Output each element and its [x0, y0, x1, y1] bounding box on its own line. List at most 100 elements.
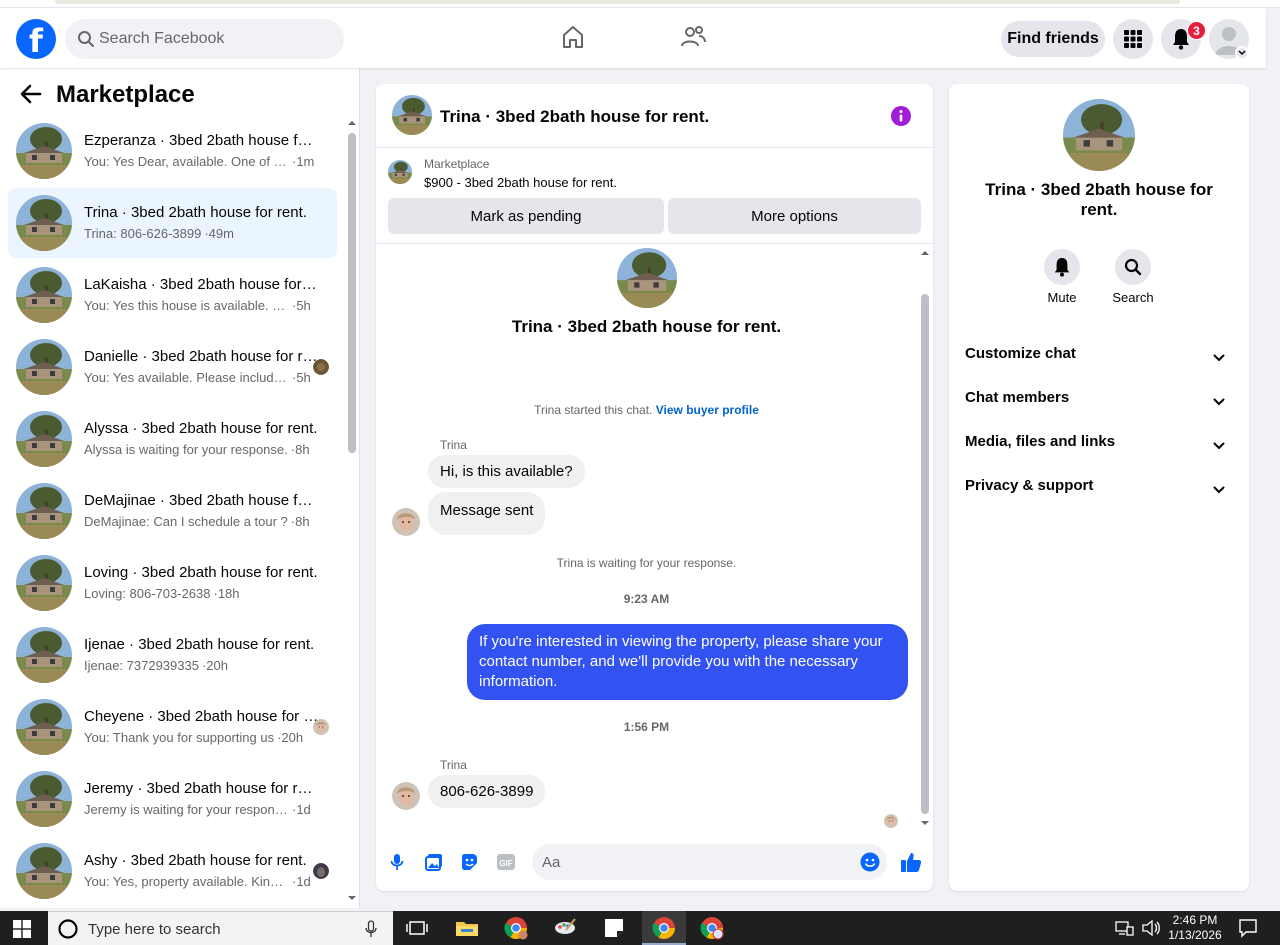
details-row[interactable]: Chat members [965, 377, 1233, 421]
conversation-item[interactable]: Ijenae · 3bed 2bath house for rent. Ijena… [8, 620, 337, 690]
preview-time: ·1d [292, 802, 311, 817]
search-chat-button[interactable]: Search [1103, 249, 1163, 305]
conversation-item[interactable]: DeMajinae · 3bed 2bath house for rent. De… [8, 476, 337, 546]
task-view-icon[interactable] [405, 916, 429, 940]
preview-text: Alyssa is waiting for your response. [84, 442, 288, 457]
system-clock[interactable]: 2:46 PM 1/13/2026 [1160, 913, 1230, 943]
chevron-down-icon [1213, 349, 1225, 365]
taskbar-search-input[interactable] [88, 912, 348, 945]
chevron-down-icon [1213, 437, 1225, 453]
listing-thumbnail [16, 339, 72, 395]
preview-text: DeMajinae: Can I schedule a tour ? [84, 514, 288, 529]
chat-avatar[interactable] [392, 95, 432, 135]
notification-center-icon[interactable] [1238, 918, 1262, 942]
inbox-scrollbar[interactable] [345, 118, 359, 908]
account-caret-icon[interactable] [1235, 46, 1249, 60]
thread-avatar[interactable] [617, 248, 677, 308]
timestamp: 1:56 PM [623, 720, 670, 734]
chat-started-notice: Trina started this chat. View buyer prof… [534, 403, 759, 417]
sticky-notes-icon[interactable] [602, 916, 626, 940]
conversation-item[interactable]: LaKaisha · 3bed 2bath house for rent. You… [8, 260, 337, 330]
listing-thumbnail [16, 195, 72, 251]
conversation-item[interactable]: Loving · 3bed 2bath house for rent. Lovin… [8, 548, 337, 618]
conversation-item[interactable]: Ezperanza · 3bed 2bath house for rent. Yo… [8, 116, 337, 186]
network-icon[interactable] [1115, 920, 1139, 944]
conversation-preview: Alyssa is waiting for your response. ·8h [84, 442, 320, 457]
message-bubble[interactable]: 806-626-3899 [428, 775, 546, 808]
listing-title[interactable]: $900 - 3bed 2bath house for rent. [424, 175, 617, 190]
thumbs-up-icon[interactable] [900, 851, 922, 876]
sender-avatar[interactable] [392, 782, 420, 810]
search-box[interactable] [65, 19, 344, 59]
menu-grid-button[interactable] [1113, 19, 1153, 59]
listing-thumbnail [16, 627, 72, 683]
message-input-box[interactable] [532, 844, 887, 880]
thread-scrollbar[interactable] [917, 244, 933, 829]
details-row[interactable]: Media, files and links [965, 421, 1233, 465]
microphone-icon[interactable] [365, 920, 377, 938]
listing-thumbnail [16, 483, 72, 539]
listing-thumbnail [16, 555, 72, 611]
conversation-item[interactable]: Trina · 3bed 2bath house for rent. Trina:… [8, 188, 337, 258]
preview-time: ·18h [213, 586, 240, 601]
conversation-preview: Loving: 806-703-2638·18h [84, 586, 320, 601]
conversation-item[interactable]: Alyssa · 3bed 2bath house for rent. Alyss… [8, 404, 337, 474]
message-input[interactable] [542, 844, 842, 880]
file-explorer-icon[interactable] [455, 916, 479, 940]
microphone-icon[interactable] [390, 853, 404, 874]
message-bubble[interactable]: Message sent [428, 492, 546, 535]
conversation-name: Jeremy · 3bed 2bath house for rent. [84, 780, 320, 797]
details-row[interactable]: Privacy & support [965, 465, 1233, 509]
message-bubble[interactable]: Hi, is this available? [428, 455, 585, 488]
conversation-preview: Ijenae: 7372939335·20h [84, 658, 320, 673]
back-arrow-icon[interactable] [20, 84, 42, 107]
thread-title: Trina · 3bed 2bath house for rent. [511, 317, 782, 336]
preview-time: ·1m [292, 154, 315, 169]
taskbar-search[interactable] [48, 911, 393, 945]
sender-avatar[interactable] [392, 508, 420, 536]
windows-start-icon[interactable] [13, 920, 37, 944]
details-row[interactable]: Customize chat [965, 333, 1233, 377]
panel-title: Marketplace [56, 81, 195, 108]
conversation-preview: You: Yes this house is available. Please… [84, 298, 320, 313]
listing-thumbnail [16, 267, 72, 323]
chat-header: Trina · 3bed 2bath house for rent. [376, 84, 933, 148]
info-icon[interactable] [890, 105, 912, 130]
seen-avatar [313, 863, 329, 879]
mark-pending-button[interactable]: Mark as pending [388, 198, 664, 234]
home-icon[interactable] [561, 24, 585, 53]
conversation-item[interactable]: Danielle · 3bed 2bath house for rent. You… [8, 332, 337, 402]
cortana-icon [58, 919, 78, 939]
photo-icon[interactable] [425, 853, 443, 874]
view-buyer-profile-link[interactable]: View buyer profile [656, 403, 759, 417]
gif-icon[interactable]: GIF [496, 853, 516, 874]
find-friends-button[interactable]: Find friends [1001, 21, 1105, 57]
listing-thumbnail[interactable] [388, 160, 412, 184]
conversation-preview: DeMajinae: Can I schedule a tour ? ·8h [84, 514, 320, 529]
chrome-profile-icon[interactable] [504, 916, 528, 940]
search-input[interactable] [99, 19, 334, 59]
chat-title[interactable]: Trina · 3bed 2bath house for rent. [440, 107, 709, 127]
chrome-profile-icon-2[interactable] [700, 916, 724, 940]
friends-icon[interactable] [680, 24, 706, 53]
conversation-name: Ezperanza · 3bed 2bath house for rent. [84, 132, 320, 149]
search-icon [77, 30, 95, 51]
paint-app-icon[interactable] [553, 916, 577, 940]
conversation-item[interactable]: Jeremy · 3bed 2bath house for rent. Jerem… [8, 764, 337, 834]
preview-time: ·5h [292, 298, 311, 313]
conversation-item[interactable]: Ashy · 3bed 2bath house for rent. You: Ye… [8, 836, 337, 906]
seen-avatar [313, 719, 329, 735]
conversation-name: LaKaisha · 3bed 2bath house for rent. [84, 276, 320, 293]
marketplace-inbox-panel: Marketplace Ezperanza · 3bed 2bath house… [0, 68, 360, 908]
more-options-button[interactable]: More options [668, 198, 921, 234]
emoji-icon[interactable] [860, 852, 880, 875]
conversation-item[interactable]: Cheyene · 3bed 2bath house for rent. You:… [8, 692, 337, 762]
conversation-name: DeMajinae · 3bed 2bath house for rent. [84, 492, 320, 509]
mute-button[interactable]: Mute [1032, 249, 1092, 305]
page-scrollbar[interactable] [1266, 8, 1280, 908]
sticker-icon[interactable] [460, 853, 478, 874]
details-avatar[interactable] [1063, 99, 1135, 171]
my-message-bubble[interactable]: If you're interested in viewing the prop… [467, 624, 908, 700]
facebook-logo[interactable]: f [16, 19, 56, 59]
chrome-icon[interactable] [652, 916, 676, 940]
